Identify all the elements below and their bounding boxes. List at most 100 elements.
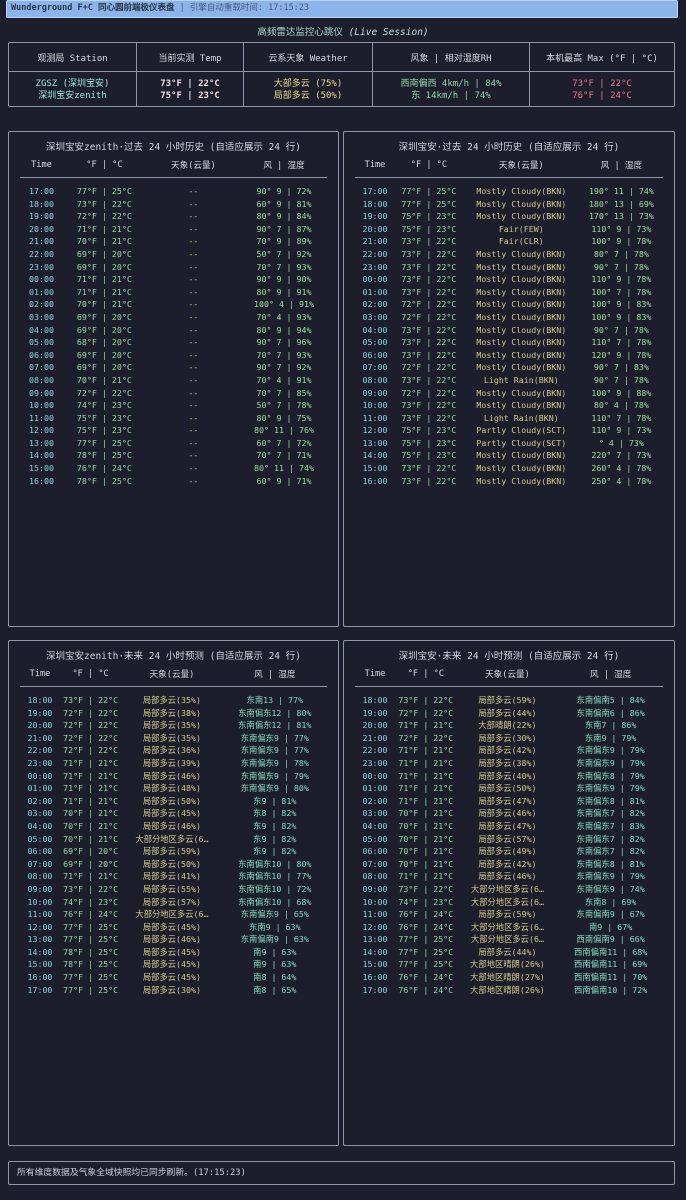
sky-cell: 局部多云(50%) xyxy=(142,795,202,806)
wind-cell: ° 4 | 73% xyxy=(598,437,644,448)
table-row: 18:00 73°F | 22°C 局部多云(59%) 东南偏南5 | 84% xyxy=(355,687,663,707)
sky-cell: -- xyxy=(188,274,199,285)
table-row: 08:00 71°F | 21°C 局部多云(46%) 东南偏东9 | 79% xyxy=(355,870,663,883)
temp-cell: 70°F | 21°C xyxy=(398,846,454,857)
temp-cell: 70°F | 21°C xyxy=(63,820,119,831)
table-row: 20:00 72°F | 22°C 局部多云(35%) 东南偏东12 | 81% xyxy=(20,719,327,732)
wind-cell: 南9 | 63% xyxy=(253,946,297,957)
temp-cell: 75°F | 23°C xyxy=(401,425,457,436)
sky-cell: 局部多云(55%) xyxy=(142,883,202,894)
temp-cell: 71°F | 21°C xyxy=(63,770,119,781)
temp-cell: 71°F | 21°C xyxy=(398,770,454,781)
time-cell: 02:00 xyxy=(362,795,388,806)
time-cell: 20:00 xyxy=(362,223,388,234)
wind-cell: 80° 11 | 74% xyxy=(254,463,314,474)
time-cell: 00:00 xyxy=(28,274,54,285)
temp-cell: 77°F | 25°C xyxy=(398,946,454,957)
temp-cell: 73°F | 22°C xyxy=(401,412,457,423)
sky-cell: Mostly Cloudy(BKN) xyxy=(476,450,567,461)
table-row: 01:00 73°F | 22°C Mostly Cloudy(BKN) 100° 7… xyxy=(355,286,663,299)
wind-cell: 80° 11 | 76% xyxy=(254,425,314,436)
summary-temp-cell: 73°F | 22°C 75°F | 23°C xyxy=(136,71,244,106)
temp-cell: 72°F | 22°C xyxy=(63,732,119,743)
temp-cell: 71°F | 21°C xyxy=(398,745,454,756)
col-wind: 风 | 湿度 xyxy=(241,153,327,178)
table-row: 19:00 75°F | 23°C Mostly Cloudy(BKN) 170° 1… xyxy=(355,210,663,223)
wind-cell: 东南偏南6 | 86% xyxy=(576,707,645,718)
sky-cell: -- xyxy=(188,186,199,196)
table-row: 22:00 73°F | 22°C Mostly Cloudy(BKN) 80° 7 … xyxy=(355,248,663,261)
temp-cell: 71°F | 21°C xyxy=(398,757,454,768)
temp-cell: 73°F | 22°C xyxy=(401,324,457,335)
time-cell: 15:00 xyxy=(362,959,388,970)
heartbeat-label: 高频雷达监控心跳仪 xyxy=(257,27,343,38)
time-cell: 09:00 xyxy=(362,387,388,398)
wind-cell: 100° 9 | 78% xyxy=(591,236,652,247)
sky-cell: -- xyxy=(188,261,199,272)
table-row: 01:00 71°F | 21°C -- 80° 9 | 91% xyxy=(20,286,327,299)
time-cell: 23:00 xyxy=(27,757,53,768)
heartbeat-title: 高频雷达监控心跳仪 (Live Session) xyxy=(0,24,686,38)
wind-cell: 东南偏东10 | 72% xyxy=(238,883,312,894)
col-weather: 云系天象 Weather xyxy=(243,43,373,72)
time-cell: 22:00 xyxy=(28,248,54,259)
time-cell: 19:00 xyxy=(362,707,388,718)
table-row: 13:00 77°F | 25°C -- 60° 7 | 72% xyxy=(20,437,327,450)
summary-weather-cell: 大部多云 (75%) 局部多云 (50%) xyxy=(243,71,373,106)
temp-cell: 74°F | 23°C xyxy=(398,896,454,907)
session-label: (Live Session) xyxy=(348,27,429,38)
table-row: 12:00 77°F | 25°C 局部多云(45%) 东南9 | 63% xyxy=(20,921,327,934)
time-cell: 18:00 xyxy=(362,695,388,705)
sky-cell: -- xyxy=(188,311,199,322)
sky-cell: -- xyxy=(188,299,199,310)
time-cell: 05:00 xyxy=(27,833,53,844)
wind-cell: 东南偏东8 | 79% xyxy=(576,770,645,781)
history-panel-baoan: 深圳宝安·过去 24 小时历史 (自适应展示 24 行) Time °F | °… xyxy=(343,131,675,627)
table-row: 21:00 72°F | 22°C 局部多云(35%) 东南偏东9 | 77% xyxy=(20,732,327,745)
wind-cell: 东南偏南5 | 84% xyxy=(576,695,645,705)
table-row: 13:00 77°F | 25°C 局部多云(46%) 东南偏南9 | 63% xyxy=(20,933,327,946)
table-row: 00:00 73°F | 22°C Mostly Cloudy(BKN) 110° 9… xyxy=(355,273,663,286)
temp-cell: 74°F | 23°C xyxy=(63,896,119,907)
temp-cell: 70°F | 21°C xyxy=(63,808,119,819)
wind-cell: 70° 9 | 89% xyxy=(256,236,312,247)
temp-cell: 73°F | 22°C xyxy=(63,883,119,894)
wind-cell: 东南偏东9 | 79% xyxy=(576,783,645,794)
sky-cell: Light Rain(BKN) xyxy=(483,412,559,423)
wind-cell: 250° 4 | 78% xyxy=(591,475,652,486)
panel-title: 深圳宝安zenith·未来 24 小时预测 (自适应展示 24 行) xyxy=(46,651,301,662)
time-cell: 02:00 xyxy=(28,299,54,310)
temp-cell: 73°F | 22°C xyxy=(401,261,457,272)
wind-cell: 东南偏东9 | 79% xyxy=(576,745,645,756)
table-row: 19:00 72°F | 22°C 局部多云(44%) 东南偏南6 | 86% xyxy=(355,707,663,720)
table-row: 18:00 73°F | 22°C -- 60° 9 | 81% xyxy=(20,198,327,211)
sky-cell: 局部多云(46%) xyxy=(142,820,202,831)
wind-cell: 60° 9 | 81% xyxy=(256,198,312,209)
sky-cell: 大部分地区多云(6… xyxy=(135,909,209,920)
panel-title: 深圳宝安·未来 24 小时预测 (自适应展示 24 行) xyxy=(398,651,620,662)
table-row: 21:00 73°F | 22°C Fair(CLR) 100° 9 | 78% xyxy=(355,235,663,248)
time-cell: 12:00 xyxy=(362,425,388,436)
sky-cell: 大部分地区多云(6… xyxy=(470,883,544,894)
wind-cell: 80° 9 | 75% xyxy=(256,412,312,423)
temp-cell: 72°F | 22°C xyxy=(76,387,132,398)
table-row: 10:00 73°F | 22°C Mostly Cloudy(BKN) 80° 4 … xyxy=(355,399,663,412)
table-row: 07:00 69°F | 20°C -- 90° 7 | 92% xyxy=(20,361,327,374)
table-row: 02:00 72°F | 22°C Mostly Cloudy(BKN) 100° 9… xyxy=(355,298,663,311)
forecast-panel-baoan: 深圳宝安·未来 24 小时预测 (自适应展示 24 行) Time °F | °… xyxy=(343,640,675,1146)
sky-cell: 局部多云(50%) xyxy=(478,783,537,794)
sky-cell: 局部多云(47%) xyxy=(478,820,537,831)
temp-cell: 77°F | 25°C xyxy=(76,437,132,448)
wind-cell: 东南偏东9 | 78% xyxy=(240,757,309,768)
time-cell: 04:00 xyxy=(362,324,388,335)
table-row: 09:00 72°F | 22°C Mostly Cloudy(BKN) 100° 9… xyxy=(355,387,663,400)
wind-cell: 70° 7 | 71% xyxy=(256,450,312,461)
sky-cell: -- xyxy=(188,248,199,259)
sky-cell: Mostly Cloudy(BKN) xyxy=(476,198,567,209)
table-row: 12:00 75°F | 23°C -- 80° 11 | 76% xyxy=(20,424,327,437)
table-row: 01:00 71°F | 21°C 局部多云(48%) 东南偏东9 | 80% xyxy=(20,782,327,795)
time-cell: 23:00 xyxy=(28,261,54,272)
wind-cell: 西南偏南11 | 68% xyxy=(574,946,648,957)
table-row: 23:00 69°F | 20°C -- 70° 7 | 93% xyxy=(20,261,327,274)
sky-cell: Mostly Cloudy(BKN) xyxy=(476,286,567,297)
